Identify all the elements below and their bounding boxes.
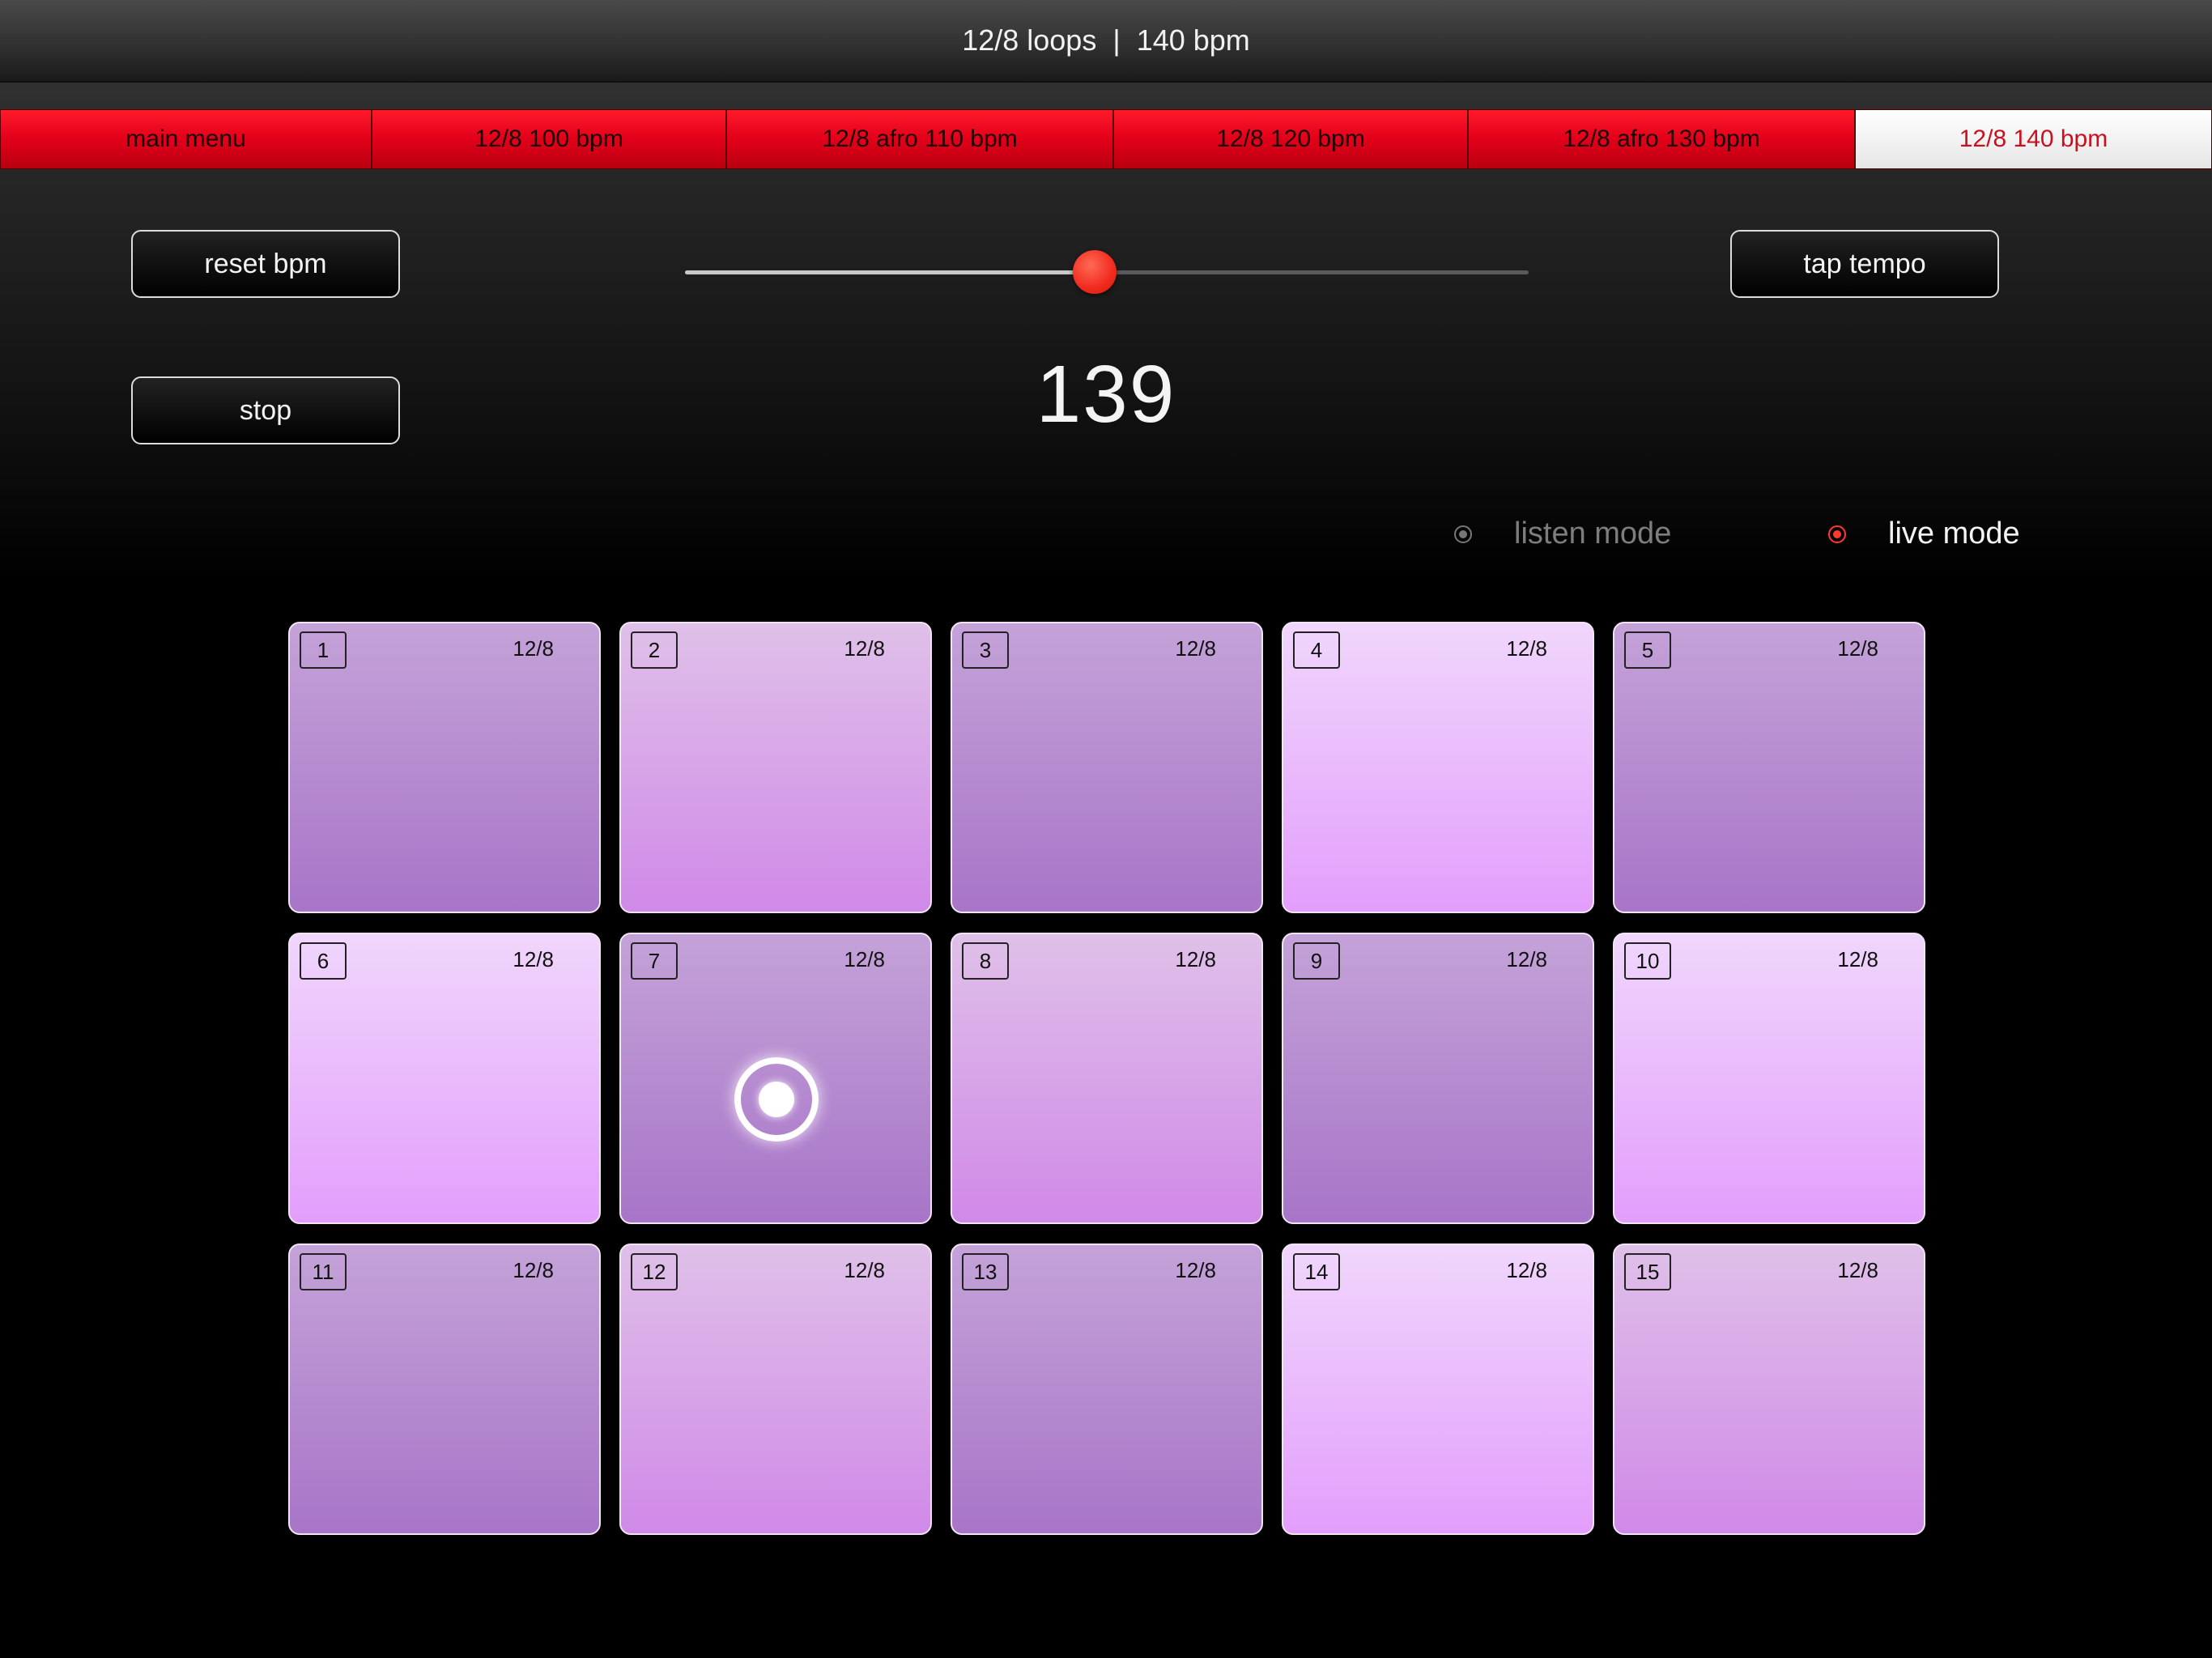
tempo-slider-fill — [685, 270, 1095, 274]
pad-time-signature: 12/8 — [844, 947, 885, 971]
pad-time-signature: 12/8 — [1506, 1258, 1547, 1282]
pad-time-signature: 12/8 — [844, 1258, 885, 1282]
pad-number-badge: 9 — [1293, 942, 1340, 980]
app-screen: 12/8 loops | 140 bpm main menu 12/8 100 … — [0, 0, 2212, 1658]
loop-pad-8[interactable]: 8 12/8 — [951, 933, 1263, 1224]
pad-time-signature: 12/8 — [513, 1258, 554, 1282]
title-tempo: 140 bpm — [1136, 23, 1250, 57]
tab-main-menu[interactable]: main menu — [0, 109, 372, 169]
pad-time-signature: 12/8 — [1837, 1258, 1878, 1282]
loop-pad-13[interactable]: 13 12/8 — [951, 1244, 1263, 1535]
loop-pad-11[interactable]: 11 12/8 — [288, 1244, 601, 1535]
loop-pad-15[interactable]: 15 12/8 — [1613, 1244, 1925, 1535]
playing-indicator-icon — [734, 1057, 819, 1141]
listen-mode-option[interactable]: listen mode — [1454, 517, 1671, 551]
live-mode-radio[interactable] — [1828, 525, 1846, 543]
pad-number-badge: 5 — [1624, 631, 1671, 669]
stop-button[interactable]: stop — [131, 376, 400, 444]
pad-time-signature: 12/8 — [1837, 947, 1878, 971]
pad-time-signature: 12/8 — [513, 636, 554, 661]
loop-pad-grid: 1 12/8 2 12/8 3 12/8 4 12/8 5 12/8 6 12/8 7 12/8 8 12/8… — [288, 622, 1925, 1535]
pad-time-signature: 12/8 — [1837, 636, 1878, 661]
pad-time-signature: 12/8 — [513, 947, 554, 971]
pad-time-signature: 12/8 — [1175, 636, 1216, 661]
loop-pad-10[interactable]: 10 12/8 — [1613, 933, 1925, 1224]
pad-number-badge: 6 — [300, 942, 347, 980]
live-mode-label: live mode — [1888, 517, 2020, 551]
listen-mode-label: listen mode — [1514, 517, 1672, 551]
loop-set-tabs: main menu 12/8 100 bpm 12/8 afro 110 bpm… — [0, 109, 2212, 171]
title-loop-set: 12/8 loops — [962, 23, 1097, 57]
loop-pad-5[interactable]: 5 12/8 — [1613, 622, 1925, 913]
tap-tempo-button[interactable]: tap tempo — [1730, 230, 1999, 298]
pad-time-signature: 12/8 — [1175, 947, 1216, 971]
pad-number-badge: 7 — [631, 942, 678, 980]
title-separator: | — [1112, 23, 1121, 57]
loop-pad-4[interactable]: 4 12/8 — [1282, 622, 1594, 913]
reset-bpm-button[interactable]: reset bpm — [131, 230, 400, 298]
pad-number-badge: 13 — [962, 1253, 1009, 1290]
pad-time-signature: 12/8 — [844, 636, 885, 661]
loop-pad-7[interactable]: 7 12/8 — [619, 933, 932, 1224]
listen-mode-radio[interactable] — [1454, 525, 1472, 543]
pad-number-badge: 14 — [1293, 1253, 1340, 1290]
tab-12-8-100-bpm[interactable]: 12/8 100 bpm — [372, 109, 726, 169]
pad-number-badge: 10 — [1624, 942, 1671, 980]
loop-pad-6[interactable]: 6 12/8 — [288, 933, 601, 1224]
loop-pad-1[interactable]: 1 12/8 — [288, 622, 601, 913]
pad-number-badge: 4 — [1293, 631, 1340, 669]
tempo-slider-thumb[interactable] — [1073, 250, 1117, 294]
pad-time-signature: 12/8 — [1506, 947, 1547, 971]
loop-pad-9[interactable]: 9 12/8 — [1282, 933, 1594, 1224]
pad-number-badge: 2 — [631, 631, 678, 669]
tab-12-8-140-bpm[interactable]: 12/8 140 bpm — [1855, 109, 2212, 169]
pad-time-signature: 12/8 — [1506, 636, 1547, 661]
pad-time-signature: 12/8 — [1175, 1258, 1216, 1282]
pad-number-badge: 11 — [300, 1253, 347, 1290]
loop-pad-3[interactable]: 3 12/8 — [951, 622, 1263, 913]
tab-12-8-120-bpm[interactable]: 12/8 120 bpm — [1113, 109, 1468, 169]
bpm-readout: 139 — [1036, 349, 1176, 440]
pad-number-badge: 8 — [962, 942, 1009, 980]
pad-number-badge: 1 — [300, 631, 347, 669]
pad-number-badge: 3 — [962, 631, 1009, 669]
tempo-slider[interactable] — [685, 243, 1529, 301]
pad-number-badge: 12 — [631, 1253, 678, 1290]
loop-pad-14[interactable]: 14 12/8 — [1282, 1244, 1594, 1535]
loop-pad-2[interactable]: 2 12/8 — [619, 622, 932, 913]
loop-pad-12[interactable]: 12 12/8 — [619, 1244, 932, 1535]
live-mode-option[interactable]: live mode — [1828, 517, 2020, 551]
tab-12-8-afro-130-bpm[interactable]: 12/8 afro 130 bpm — [1468, 109, 1855, 169]
pad-number-badge: 15 — [1624, 1253, 1671, 1290]
title-bar: 12/8 loops | 140 bpm — [0, 0, 2212, 83]
tab-12-8-afro-110-bpm[interactable]: 12/8 afro 110 bpm — [726, 109, 1113, 169]
